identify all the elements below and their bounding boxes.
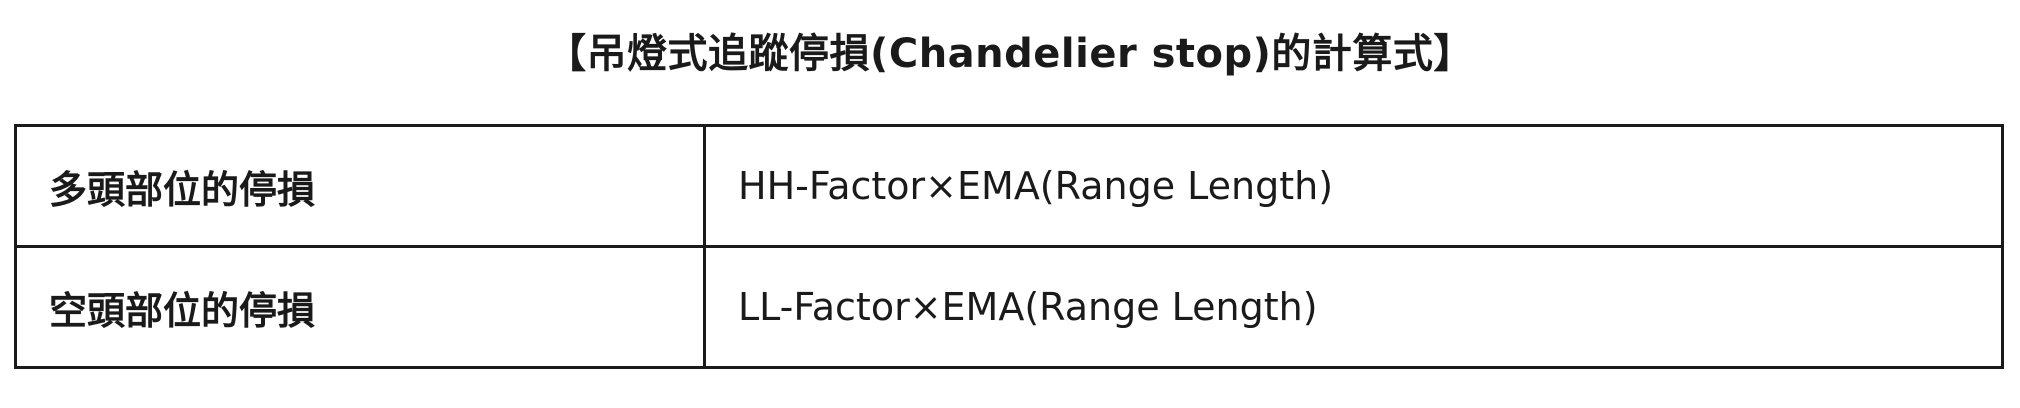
- row-formula-long-stop: HH-Factor×EMA(Range Length): [703, 124, 2004, 248]
- table-row-long-stop: 多頭部位的停損 HH-Factor×EMA(Range Length): [14, 124, 2004, 248]
- row-label-short-stop: 空頭部位的停損: [14, 245, 706, 369]
- formula-table: 多頭部位的停損 HH-Factor×EMA(Range Length) 空頭部位…: [14, 124, 2004, 369]
- row-label-long-stop: 多頭部位的停損: [14, 124, 706, 248]
- table-row-short-stop: 空頭部位的停損 LL-Factor×EMA(Range Length): [14, 245, 2004, 369]
- page-title: 【吊燈式追蹤停損(Chandelier stop)的計算式】: [546, 31, 1474, 77]
- row-formula-short-stop: LL-Factor×EMA(Range Length): [703, 245, 2004, 369]
